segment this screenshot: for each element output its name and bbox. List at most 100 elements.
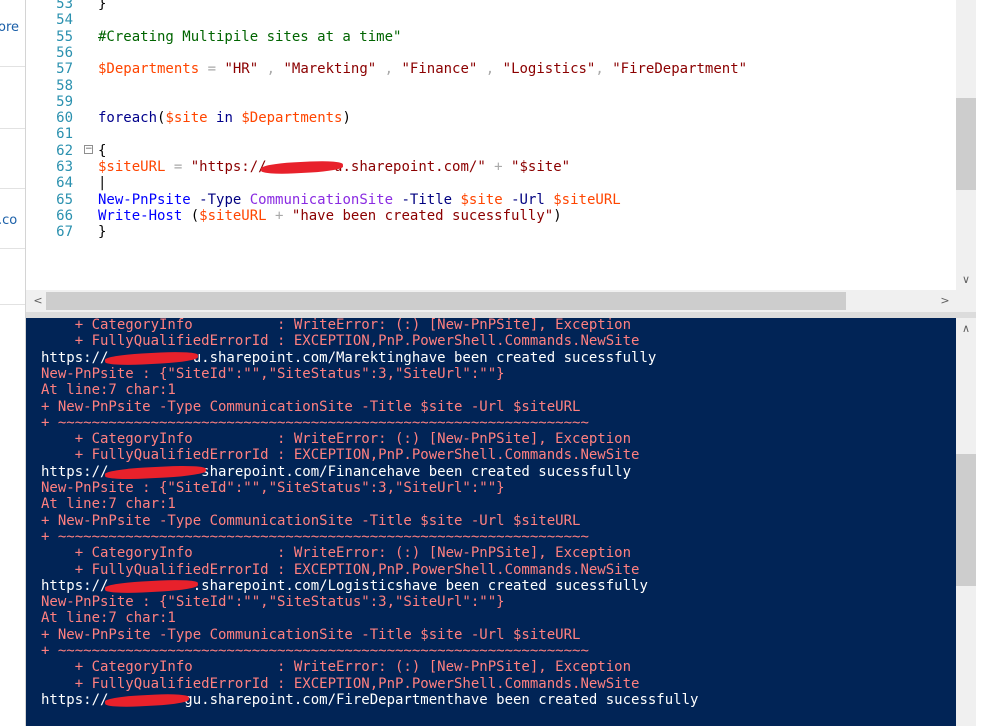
console-error-line: + ~~~~~~~~~~~~~~~~~~~~~~~~~~~~~~~~~~~~~~… [41,528,589,545]
code-token: "have been created sucessfully" [291,207,554,224]
console-error-line: + CategoryInfo : WriteError: (:) [New-Pn… [41,545,632,562]
code-text: $Departments = "HR" , "Marekting" , "Fin… [98,61,747,77]
left-panel-text-fragment: .co [0,213,18,228]
code-token: ( [182,207,200,224]
console-output-pane[interactable]: + CategoryInfo : WriteError: (:) [New-Pn… [26,318,956,726]
code-token: , [595,61,613,78]
code-token: { [98,142,107,159]
code-token: , [258,61,284,78]
code-text: $siteURL = "https:// u.sharepoint.com/" … [98,159,571,176]
code-text: Write-Host ($siteURL + "have been create… [98,208,562,224]
divider [0,248,25,249]
code-token: "Marekting" [283,61,377,78]
code-token: "Logistics" [502,61,596,78]
console-error-line: New-PnPsite : {"SiteId":"","SiteStatus":… [41,365,505,382]
code-token: $Departments [241,110,343,127]
console-error-line: + FullyQualifiedErrorId : EXCEPTION,PnP.… [41,561,640,578]
line-number: 65 [56,191,73,208]
console-output-line: https:// sharepoint.com/Financehave been… [41,463,632,481]
line-number: 54 [56,12,73,29]
console-error-line: + ~~~~~~~~~~~~~~~~~~~~~~~~~~~~~~~~~~~~~~… [41,414,589,431]
line-number: 57 [56,61,73,78]
code-token: + [266,207,292,224]
redaction-mark [104,464,206,481]
editor-horizontal-scroll-thumb[interactable] [46,292,846,310]
divider [0,66,25,67]
code-text: foreach($site in $Departments) [98,110,351,126]
line-number: 53 [56,0,73,12]
code-token: -Title [401,191,453,208]
code-token: , [477,61,503,78]
code-token: -Type [199,191,242,208]
console-error-line: At line:7 char:1 [41,496,176,513]
code-text: { [98,143,106,159]
scrollbar-corner [956,290,976,312]
code-token: $Departments [98,61,200,78]
console-output-line: https:// gu.sharepoint.com/FireDepartmen… [41,691,699,709]
console-error-line: + ~~~~~~~~~~~~~~~~~~~~~~~~~~~~~~~~~~~~~~… [41,643,589,659]
left-panel-text-fragment: ore [0,20,20,35]
code-token: , [376,61,402,78]
code-token: + [485,159,512,175]
line-number: 66 [56,207,73,224]
code-token: CommunicationSite [249,191,394,208]
console-error-line: + FullyQualifiedErrorId : EXCEPTION,PnP.… [41,675,640,692]
scroll-left-arrow-icon[interactable]: < [28,294,48,307]
code-token: foreach [98,110,158,127]
code-token: = [199,61,225,78]
code-text: | [98,175,106,191]
redaction-mark [104,692,189,709]
divider [0,188,25,189]
editor-vertical-scroll-thumb[interactable] [956,98,976,190]
line-number: 62 [56,142,73,159]
line-number: 67 [56,224,73,241]
window-edge [976,0,982,726]
console-error-line: New-PnPsite : {"SiteId":"","SiteStatus":… [41,480,505,496]
scroll-right-arrow-icon[interactable]: > [935,294,955,307]
line-number: 59 [56,93,73,110]
console-error-line: At line:7 char:1 [41,610,176,627]
line-number: 58 [56,77,73,94]
left-panel-strip: ore .co [0,0,26,726]
console-error-line: + New-PnPsite -Type CommunicationSite -T… [41,626,581,643]
redaction-mark [104,578,198,595]
code-token: = [165,159,191,175]
console-error-line: + FullyQualifiedErrorId : EXCEPTION,PnP.… [41,447,640,464]
code-token: ) [553,207,562,224]
code-token: | [98,175,107,192]
code-token: } [98,224,107,241]
code-text: #Creating Multipile sites at a time" [98,29,401,45]
code-token: #Creating Multipile sites at a time" [98,28,402,45]
console-error-line: + CategoryInfo : WriteError: (:) [New-Pn… [41,659,632,676]
divider [0,304,25,305]
code-token: "FireDepartment" [612,61,748,78]
code-token: $siteURL [553,191,621,208]
code-text: } [98,224,106,240]
code-token: "$site" [511,159,571,175]
line-number: 63 [56,159,73,175]
code-token: Write-Host [98,207,183,224]
code-token: $siteURL [199,207,267,224]
line-number: 64 [56,175,73,192]
code-token: "HR" [224,61,259,78]
line-number: 60 [56,110,73,127]
console-vertical-scroll-thumb[interactable] [956,454,976,586]
collapse-toggle-icon[interactable]: − [84,144,93,154]
console-error-line: New-PnPsite : {"SiteId":"","SiteStatus":… [41,594,505,611]
redaction-mark [104,350,198,367]
script-editor-pane[interactable]: 53} 54 55 #Creating Multipile sites at a ti… [26,0,956,290]
code-token: New-PnPsite [98,191,191,208]
console-error-line: + New-PnPsite -Type CommunicationSite -T… [41,512,581,529]
code-token: u.sharepoint.com/" [334,159,486,175]
code-text: New-PnPsite -Type CommunicationSite -Tit… [98,192,621,208]
scroll-down-arrow-icon[interactable]: ∨ [956,273,976,286]
code-token: $site [165,110,208,127]
scroll-up-arrow-icon[interactable]: ∧ [956,322,976,335]
console-output-line: https:// .sharepoint.com/Logisticshave b… [41,577,648,595]
